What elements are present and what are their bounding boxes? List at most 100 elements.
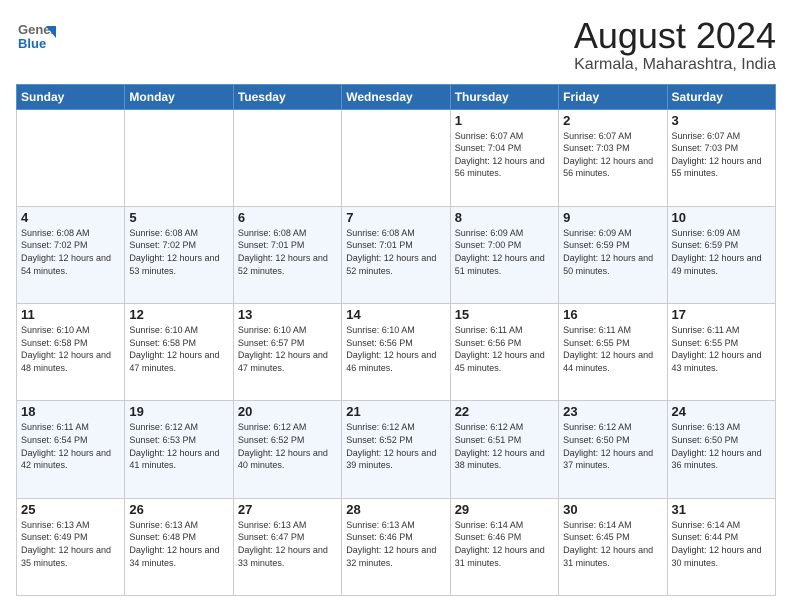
table-cell: 20 Sunrise: 6:12 AM Sunset: 6:52 PM Dayli…	[233, 401, 341, 498]
day-number: 11	[21, 307, 120, 322]
day-info: Sunrise: 6:10 AM Sunset: 6:58 PM Dayligh…	[129, 324, 228, 374]
day-info: Sunrise: 6:12 AM Sunset: 6:52 PM Dayligh…	[238, 421, 337, 471]
day-info: Sunrise: 6:09 AM Sunset: 6:59 PM Dayligh…	[563, 227, 662, 277]
table-cell	[125, 109, 233, 206]
table-cell	[342, 109, 450, 206]
col-sunday: Sunday	[17, 84, 125, 109]
day-number: 31	[672, 502, 771, 517]
logo: General Blue	[16, 16, 56, 56]
week-row-4: 25Sunrise: 6:13 AM Sunset: 6:49 PM Dayli…	[17, 498, 776, 595]
table-cell: 13Sunrise: 6:10 AM Sunset: 6:57 PM Dayli…	[233, 304, 341, 401]
day-number: 18	[21, 404, 120, 419]
day-info: Sunrise: 6:08 AM Sunset: 7:01 PM Dayligh…	[346, 227, 445, 277]
table-cell: 28 Sunrise: 6:13 AM Sunset: 6:46 PM Dayli…	[342, 498, 450, 595]
day-info: Sunrise: 6:07 AM Sunset: 7:03 PM Dayligh…	[672, 130, 771, 180]
table-cell: 4Sunrise: 6:08 AM Sunset: 7:02 PM Daylig…	[17, 206, 125, 303]
week-row-2: 11 Sunrise: 6:10 AM Sunset: 6:58 PM Dayli…	[17, 304, 776, 401]
day-number: 30	[563, 502, 662, 517]
table-cell: 31 Sunrise: 6:14 AM Sunset: 6:44 PM Dayli…	[667, 498, 775, 595]
day-number: 26	[129, 502, 228, 517]
header: General Blue August 2024 Karmala, Mahara…	[16, 16, 776, 74]
day-number: 23	[563, 404, 662, 419]
day-number: 14	[346, 307, 445, 322]
table-cell: 27 Sunrise: 6:13 AM Sunset: 6:47 PM Dayli…	[233, 498, 341, 595]
table-cell: 3 Sunrise: 6:07 AM Sunset: 7:03 PM Daylig…	[667, 109, 775, 206]
day-info: Sunrise: 6:08 AM Sunset: 7:02 PM Dayligh…	[129, 227, 228, 277]
day-info: Sunrise: 6:14 AM Sunset: 6:46 PM Dayligh…	[455, 519, 554, 569]
day-number: 3	[672, 113, 771, 128]
day-number: 22	[455, 404, 554, 419]
page: General Blue August 2024 Karmala, Mahara…	[0, 0, 792, 612]
day-info: Sunrise: 6:12 AM Sunset: 6:51 PM Dayligh…	[455, 421, 554, 471]
day-info: Sunrise: 6:11 AM Sunset: 6:55 PM Dayligh…	[563, 324, 662, 374]
table-cell: 23 Sunrise: 6:12 AM Sunset: 6:50 PM Dayli…	[559, 401, 667, 498]
calendar-header-row: Sunday Monday Tuesday Wednesday Thursday…	[17, 84, 776, 109]
day-info: Sunrise: 6:07 AM Sunset: 7:03 PM Dayligh…	[563, 130, 662, 180]
day-number: 6	[238, 210, 337, 225]
day-number: 4	[21, 210, 120, 225]
day-number: 9	[563, 210, 662, 225]
day-number: 28	[346, 502, 445, 517]
day-info: Sunrise: 6:10 AM Sunset: 6:56 PM Dayligh…	[346, 324, 445, 374]
table-cell: 18 Sunrise: 6:11 AM Sunset: 6:54 PM Dayli…	[17, 401, 125, 498]
day-info: Sunrise: 6:11 AM Sunset: 6:56 PM Dayligh…	[455, 324, 554, 374]
day-info: Sunrise: 6:09 AM Sunset: 6:59 PM Dayligh…	[672, 227, 771, 277]
day-number: 10	[672, 210, 771, 225]
day-info: Sunrise: 6:12 AM Sunset: 6:52 PM Dayligh…	[346, 421, 445, 471]
col-friday: Friday	[559, 84, 667, 109]
day-info: Sunrise: 6:07 AM Sunset: 7:04 PM Dayligh…	[455, 130, 554, 180]
week-row-3: 18 Sunrise: 6:11 AM Sunset: 6:54 PM Dayli…	[17, 401, 776, 498]
day-number: 1	[455, 113, 554, 128]
table-cell: 2 Sunrise: 6:07 AM Sunset: 7:03 PM Daylig…	[559, 109, 667, 206]
day-number: 2	[563, 113, 662, 128]
calendar-title: August 2024	[574, 16, 776, 56]
col-monday: Monday	[125, 84, 233, 109]
title-block: August 2024 Karmala, Maharashtra, India	[574, 16, 776, 74]
table-cell: 12 Sunrise: 6:10 AM Sunset: 6:58 PM Dayli…	[125, 304, 233, 401]
table-cell: 22 Sunrise: 6:12 AM Sunset: 6:51 PM Dayli…	[450, 401, 558, 498]
table-cell: 8Sunrise: 6:09 AM Sunset: 7:00 PM Daylig…	[450, 206, 558, 303]
day-number: 8	[455, 210, 554, 225]
table-cell: 24 Sunrise: 6:13 AM Sunset: 6:50 PM Dayli…	[667, 401, 775, 498]
day-number: 5	[129, 210, 228, 225]
day-info: Sunrise: 6:12 AM Sunset: 6:50 PM Dayligh…	[563, 421, 662, 471]
day-number: 27	[238, 502, 337, 517]
week-row-1: 4 Sunrise: 6:08 AM Sunset: 7:02 PM Daylig…	[17, 206, 776, 303]
day-info: Sunrise: 6:14 AM Sunset: 6:44 PM Dayligh…	[672, 519, 771, 569]
table-cell: 6 Sunrise: 6:08 AM Sunset: 7:01 PM Daylig…	[233, 206, 341, 303]
day-number: 7	[346, 210, 445, 225]
table-cell	[17, 109, 125, 206]
day-number: 12	[129, 307, 228, 322]
day-info: Sunrise: 6:10 AM Sunset: 6:57 PM Dayligh…	[238, 324, 337, 374]
day-info: Sunrise: 6:11 AM Sunset: 6:55 PM Dayligh…	[672, 324, 771, 374]
col-wednesday: Wednesday	[342, 84, 450, 109]
table-cell: 16 Sunrise: 6:11 AM Sunset: 6:55 PM Dayli…	[559, 304, 667, 401]
table-cell: 26Sunrise: 6:13 AM Sunset: 6:48 PM Dayli…	[125, 498, 233, 595]
day-info: Sunrise: 6:08 AM Sunset: 7:01 PM Dayligh…	[238, 227, 337, 277]
table-cell: 17 Sunrise: 6:11 AM Sunset: 6:55 PM Dayli…	[667, 304, 775, 401]
day-info: Sunrise: 6:11 AM Sunset: 6:54 PM Dayligh…	[21, 421, 120, 471]
day-number: 17	[672, 307, 771, 322]
table-cell: 11 Sunrise: 6:10 AM Sunset: 6:58 PM Dayli…	[17, 304, 125, 401]
svg-text:Blue: Blue	[18, 36, 46, 51]
table-cell: 14 Sunrise: 6:10 AM Sunset: 6:56 PM Dayli…	[342, 304, 450, 401]
day-info: Sunrise: 6:13 AM Sunset: 6:47 PM Dayligh…	[238, 519, 337, 569]
table-cell: 7 Sunrise: 6:08 AM Sunset: 7:01 PM Daylig…	[342, 206, 450, 303]
day-number: 15	[455, 307, 554, 322]
day-info: Sunrise: 6:13 AM Sunset: 6:50 PM Dayligh…	[672, 421, 771, 471]
day-number: 16	[563, 307, 662, 322]
day-info: Sunrise: 6:13 AM Sunset: 6:46 PM Dayligh…	[346, 519, 445, 569]
logo-icon: General Blue	[16, 16, 56, 56]
day-number: 24	[672, 404, 771, 419]
day-info: Sunrise: 6:14 AM Sunset: 6:45 PM Dayligh…	[563, 519, 662, 569]
col-tuesday: Tuesday	[233, 84, 341, 109]
day-number: 20	[238, 404, 337, 419]
day-info: Sunrise: 6:10 AM Sunset: 6:58 PM Dayligh…	[21, 324, 120, 374]
table-cell: 9 Sunrise: 6:09 AM Sunset: 6:59 PM Daylig…	[559, 206, 667, 303]
day-info: Sunrise: 6:12 AM Sunset: 6:53 PM Dayligh…	[129, 421, 228, 471]
col-thursday: Thursday	[450, 84, 558, 109]
col-saturday: Saturday	[667, 84, 775, 109]
table-cell: 10 Sunrise: 6:09 AM Sunset: 6:59 PM Dayli…	[667, 206, 775, 303]
day-number: 21	[346, 404, 445, 419]
table-cell: 30 Sunrise: 6:14 AM Sunset: 6:45 PM Dayli…	[559, 498, 667, 595]
